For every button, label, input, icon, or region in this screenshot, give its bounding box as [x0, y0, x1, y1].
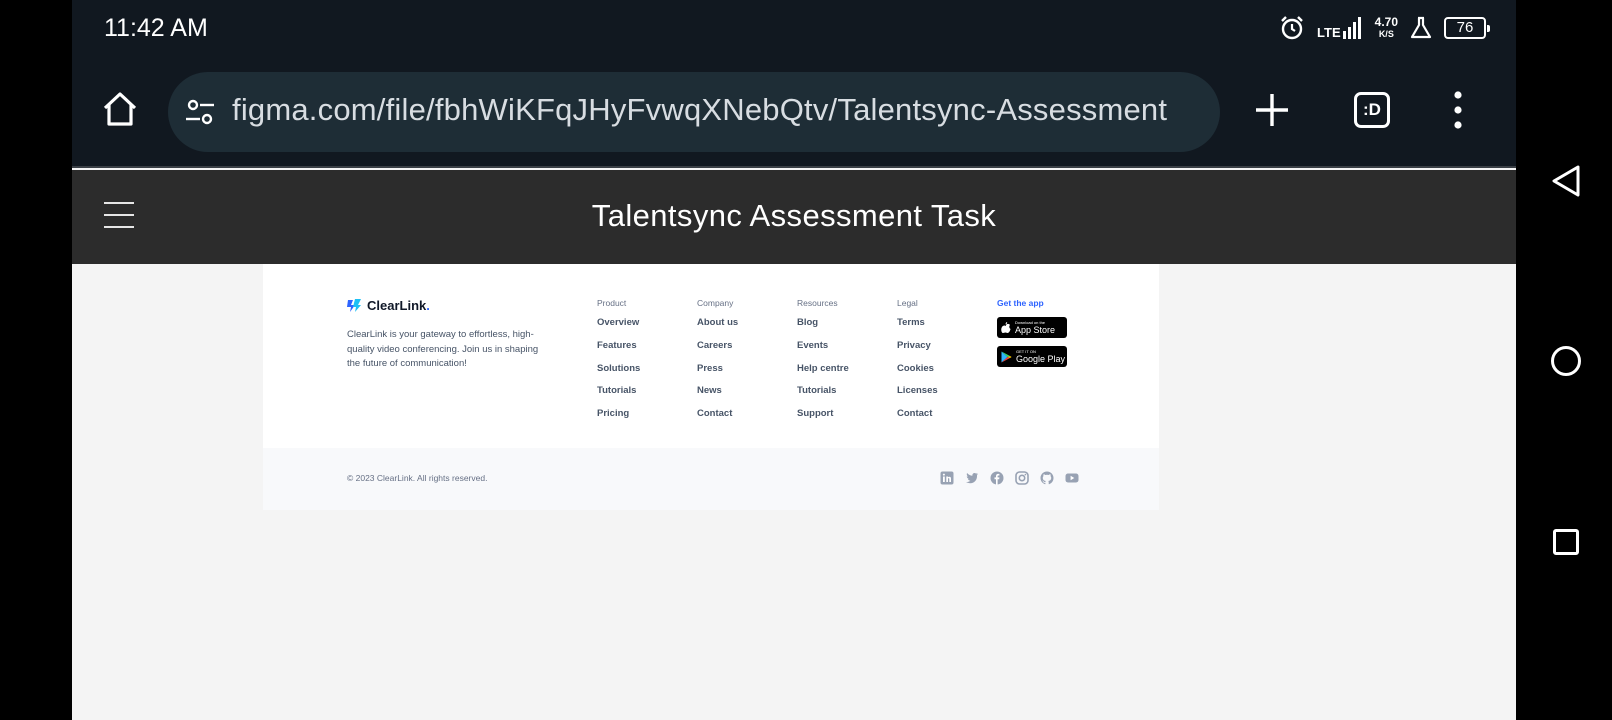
footer-link[interactable]: Help centre	[797, 363, 849, 386]
footer-link[interactable]: Tutorials	[597, 385, 640, 408]
footer-link[interactable]: Tutorials	[797, 385, 849, 408]
footer-link[interactable]: Pricing	[597, 408, 640, 431]
browser-toolbar: figma.com/file/fbhWiKFqJHyFvwqXNebQtv/Ta…	[72, 56, 1516, 168]
brand-logo[interactable]: ClearLink.	[347, 296, 430, 314]
footer-column-legal: Legal Terms Privacy Cookies Licenses Con…	[897, 298, 938, 431]
back-icon[interactable]	[1550, 164, 1582, 198]
footer-link[interactable]: Cookies	[897, 363, 938, 386]
network-type: LTE	[1317, 25, 1341, 40]
footer-link[interactable]: Contact	[897, 408, 938, 431]
battery-indicator: 76	[1444, 17, 1490, 39]
footer-link[interactable]: Licenses	[897, 385, 938, 408]
signal-icon	[1342, 17, 1361, 39]
app-store-button[interactable]: Download on the App Store	[997, 317, 1067, 338]
footer-column-resources: Resources Blog Events Help centre Tutori…	[797, 298, 849, 431]
copyright-text: © 2023 ClearLink. All rights reserved.	[347, 473, 488, 483]
footer-bottom-bar: © 2023 ClearLink. All rights reserved.	[263, 448, 1159, 510]
page-title: Talentsync Assessment Task	[591, 198, 997, 233]
github-icon[interactable]	[1040, 471, 1054, 485]
column-heading: Product	[597, 298, 627, 308]
footer-link[interactable]: Overview	[597, 317, 640, 340]
footer-link[interactable]: Terms	[897, 317, 938, 340]
clearlink-logo-icon	[347, 298, 361, 312]
system-navigation-bar	[1516, 0, 1612, 720]
footer-column-company: Company About us Careers Press News Cont…	[697, 298, 738, 431]
footer-link[interactable]: Privacy	[897, 340, 938, 363]
network-speed: 4.70 K/S	[1374, 15, 1398, 39]
footer-link[interactable]: Support	[797, 408, 849, 431]
footer-link[interactable]: News	[697, 385, 738, 408]
url-bar[interactable]: figma.com/file/fbhWiKFqJHyFvwqXNebQtv/Ta…	[168, 72, 1220, 152]
figma-header: Talentsync Assessment Task	[72, 170, 1516, 264]
footer-link[interactable]: Solutions	[597, 363, 640, 386]
url-text[interactable]: figma.com/file/fbhWiKFqJHyFvwqXNebQtv/Ta…	[232, 92, 1212, 128]
home-button-icon[interactable]	[1551, 346, 1581, 376]
footer-column-get-app: Get the app Download on the App Store GE…	[997, 298, 1067, 375]
footer-link[interactable]: Events	[797, 340, 849, 363]
column-heading: Legal	[897, 298, 918, 308]
status-icons: LTE 4.70 K/S 76	[1279, 13, 1490, 43]
linkedin-icon[interactable]	[940, 471, 954, 485]
column-heading: Resources	[797, 298, 838, 308]
facebook-icon[interactable]	[990, 471, 1004, 485]
footer-link[interactable]: Features	[597, 340, 640, 363]
site-settings-icon[interactable]	[184, 96, 216, 128]
network-indicator: LTE	[1317, 17, 1363, 39]
flask-icon	[1410, 16, 1432, 39]
status-time: 11:42 AM	[104, 14, 208, 42]
footer-link[interactable]: About us	[697, 317, 738, 340]
google-play-button[interactable]: GET IT ON Google Play	[997, 346, 1067, 367]
tab-switcher-button[interactable]: :D	[1354, 92, 1390, 128]
footer-column-product: Product Overview Features Solutions Tuto…	[597, 298, 640, 431]
more-options-icon[interactable]	[1448, 90, 1468, 130]
alarm-icon	[1281, 16, 1303, 40]
home-icon[interactable]	[100, 89, 140, 129]
youtube-icon[interactable]	[1065, 471, 1079, 485]
phone-screen: 11:42 AM LTE 4.70 K/S 76 figma.com/file/…	[72, 0, 1516, 720]
instagram-icon[interactable]	[1015, 471, 1029, 485]
footer-link[interactable]: Contact	[697, 408, 738, 431]
social-links	[940, 471, 1079, 485]
apple-icon	[1001, 321, 1011, 333]
footer-link[interactable]: Careers	[697, 340, 738, 363]
brand-description: ClearLink is your gateway to effortless,…	[347, 329, 539, 369]
google-play-icon	[1001, 351, 1012, 362]
footer-link[interactable]: Blog	[797, 317, 849, 340]
new-tab-icon[interactable]	[1252, 90, 1292, 130]
footer-frame: ClearLink. ClearLink is your gateway to …	[263, 264, 1159, 510]
prototype-canvas: ClearLink. ClearLink is your gateway to …	[72, 264, 1516, 720]
twitter-icon[interactable]	[965, 471, 979, 485]
footer-link[interactable]: Press	[697, 363, 738, 386]
column-heading: Company	[697, 298, 734, 308]
brand-name: ClearLink.	[367, 297, 430, 313]
column-heading: Get the app	[997, 298, 1044, 308]
recent-apps-icon[interactable]	[1553, 529, 1579, 555]
status-bar: 11:42 AM LTE 4.70 K/S 76	[72, 0, 1516, 56]
